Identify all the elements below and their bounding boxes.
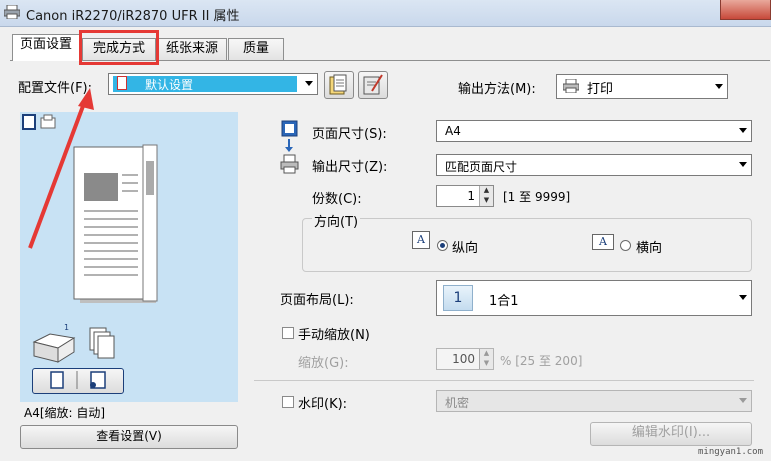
layout-value: 1合1: [489, 294, 519, 309]
printer-icon: [3, 4, 21, 20]
scale-label: 缩放(G):: [298, 356, 349, 371]
landscape-icon: A: [592, 234, 614, 250]
copies-down-button[interactable]: ▼: [479, 196, 493, 206]
scale-range: % [25 至 200]: [500, 354, 583, 368]
output-size-label: 输出尺寸(Z):: [312, 160, 388, 175]
watermark-select[interactable]: 机密: [436, 390, 752, 412]
tab-page-setup[interactable]: 页面设置: [12, 34, 80, 61]
preview-status-text: A4[缩放: 自动]: [24, 406, 106, 420]
scale-value: 100: [452, 352, 475, 366]
profile-icon: [117, 76, 127, 90]
page-size-label: 页面尺寸(S):: [312, 127, 387, 142]
landscape-label[interactable]: 横向: [636, 237, 662, 256]
manual-scaling-checkbox[interactable]: [282, 327, 294, 339]
page-size-icon: [281, 120, 298, 137]
output-method-value: 打印: [587, 82, 614, 97]
copies-range: [1 至 9999]: [503, 190, 571, 204]
layout-icon: 1: [443, 285, 473, 311]
copies-up-button[interactable]: ▲: [479, 186, 493, 196]
edit-profile-button[interactable]: [358, 71, 388, 99]
orientation-label: 方向(T): [312, 211, 361, 230]
page-size-select[interactable]: A4: [436, 120, 752, 142]
output-size-value: 匹配页面尺寸: [445, 160, 518, 174]
down-arrow-icon: [285, 139, 293, 152]
output-method-select[interactable]: 打印: [556, 74, 728, 99]
copies-value: 1: [467, 189, 475, 203]
print-icon: [563, 79, 579, 93]
output-size-select[interactable]: 匹配页面尺寸: [436, 154, 752, 176]
watermark-label[interactable]: 水印(K):: [298, 393, 347, 412]
profile-select[interactable]: 默认设置: [108, 73, 318, 95]
manual-scaling-label[interactable]: 手动缩放(N): [298, 324, 370, 343]
add-profile-button[interactable]: [324, 71, 354, 99]
window-title: Canon iR2270/iR2870 UFR II 属性: [26, 9, 240, 24]
layout-label: 页面布局(L):: [280, 293, 354, 308]
close-window-button[interactable]: [720, 0, 771, 20]
portrait-label[interactable]: 纵向: [452, 237, 478, 256]
paper-stack-icon: 1: [30, 322, 126, 366]
scale-up-button[interactable]: ▲: [479, 349, 493, 359]
scale-down-button[interactable]: ▼: [479, 359, 493, 369]
orientation-group: [302, 218, 752, 272]
profile-value: 默认设置: [145, 78, 194, 92]
copies-spinner[interactable]: 1 ▲ ▼: [436, 185, 494, 207]
tab-paper-source[interactable]: 纸张来源: [157, 38, 227, 60]
page-size-value: A4: [445, 124, 461, 138]
copies-label: 份数(C):: [312, 192, 362, 207]
red-arrow-annotation: [28, 88, 94, 249]
landscape-radio[interactable]: [620, 240, 631, 251]
output-size-icon: [280, 154, 299, 174]
portrait-icon: A: [412, 231, 430, 249]
output-method-label: 输出方法(M):: [458, 82, 536, 97]
highlight-box: [79, 30, 159, 65]
svg-text:1: 1: [64, 323, 69, 332]
watermark-checkbox[interactable]: [282, 396, 294, 408]
view-settings-button[interactable]: 查看设置(V): [20, 425, 238, 449]
scale-spinner[interactable]: 100 ▲ ▼: [436, 348, 494, 370]
page-order-button[interactable]: [32, 368, 124, 394]
edit-watermark-button[interactable]: 编辑水印(I)...: [590, 422, 752, 446]
layout-select[interactable]: 1 1合1: [436, 280, 752, 316]
tab-quality[interactable]: 质量: [228, 38, 284, 60]
portrait-radio[interactable]: [437, 240, 448, 251]
divider: [254, 380, 754, 381]
site-watermark: mingyan1.com: [698, 447, 764, 457]
watermark-value: 机密: [445, 396, 470, 410]
